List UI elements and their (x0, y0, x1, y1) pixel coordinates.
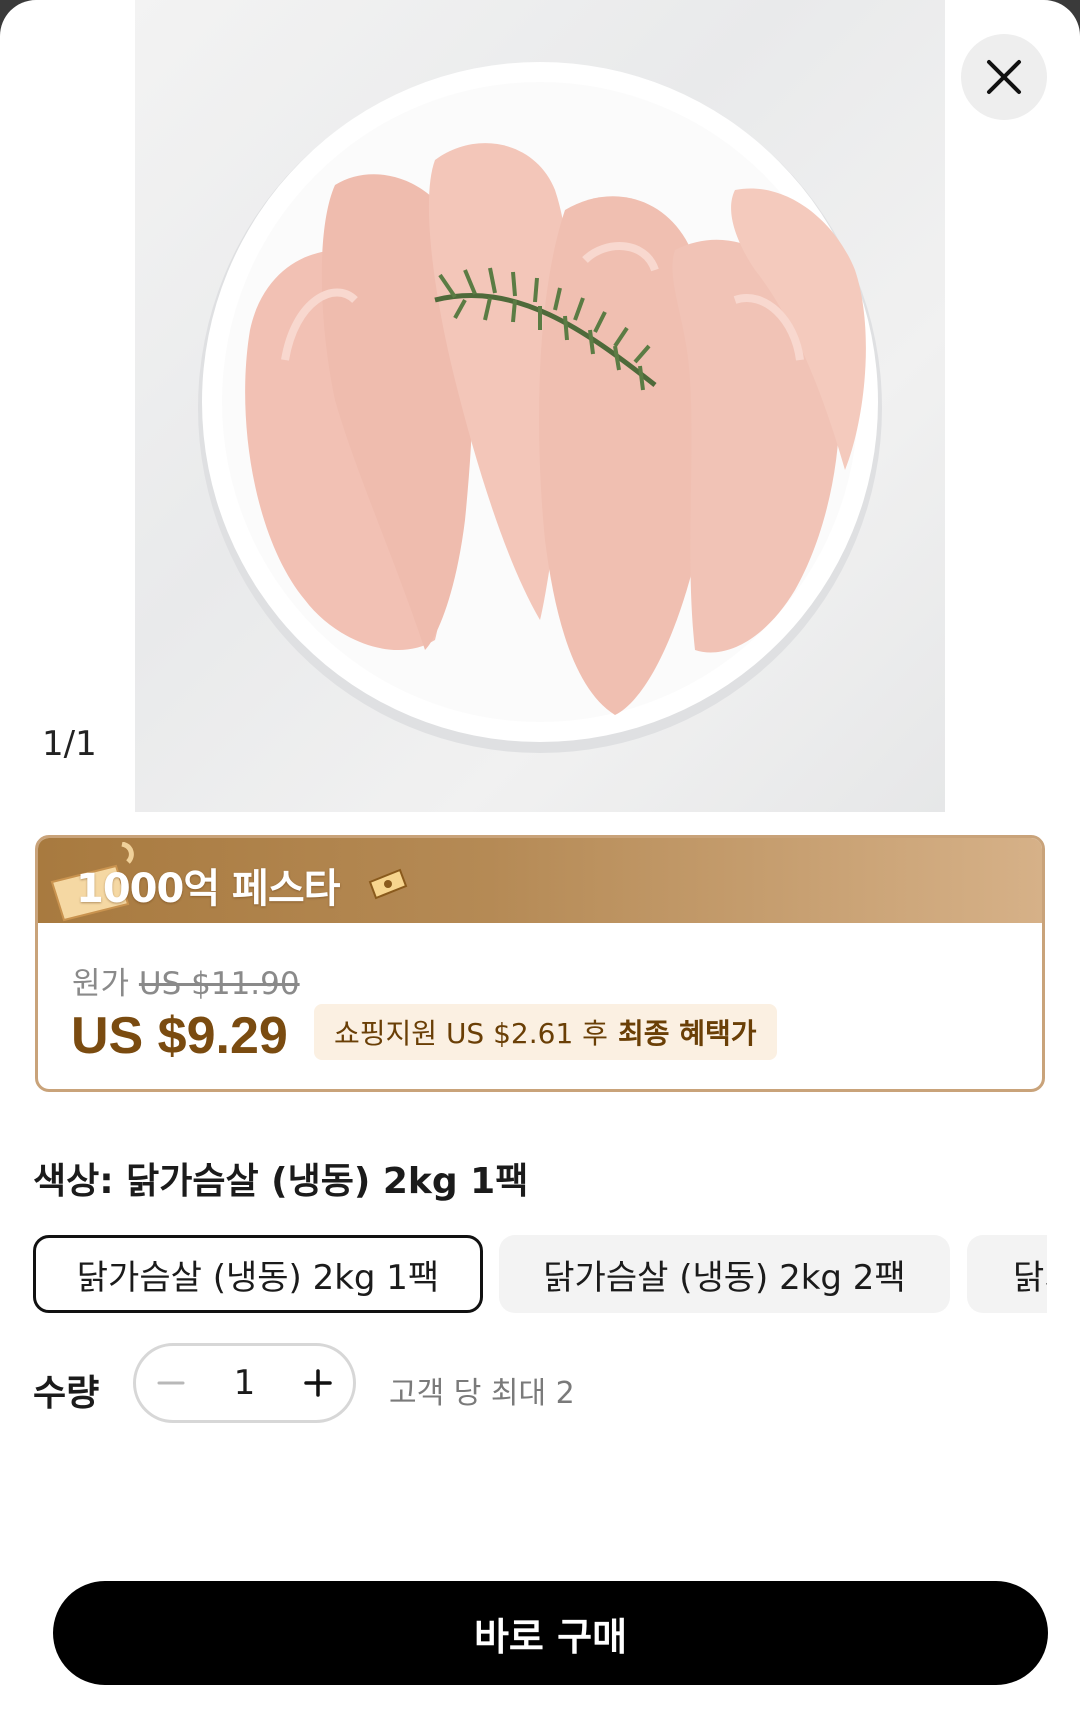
benefit-emphasis: 최종 혜택가 (617, 1017, 757, 1050)
decrement-button[interactable] (136, 1346, 206, 1420)
plus-icon (304, 1369, 332, 1397)
chicken-breast-photo (198, 62, 882, 753)
original-price: 원가 US $11.90 (72, 958, 300, 1003)
product-image (135, 0, 945, 812)
quantity-limit-note: 고객 당 최대 2 (389, 1376, 575, 1411)
option-2pack[interactable]: 닭가슴살 (냉동) 2kg 2팩 (499, 1235, 950, 1313)
fest-title: 1000억 페스타 (76, 866, 340, 912)
quantity-stepper: 1 (133, 1343, 356, 1423)
close-button[interactable] (961, 34, 1047, 120)
original-price-label: 원가 (72, 966, 130, 1002)
option-3[interactable]: 닭가 (967, 1235, 1047, 1313)
increment-button[interactable] (283, 1346, 353, 1420)
option-selected-label: 색상: 닭가슴살 (냉동) 2kg 1팩 (33, 1161, 529, 1202)
fest-banner: 1000억 페스타 (38, 838, 1042, 923)
promo-price-card: 1000억 페스타 원가 US $11.90 US $9.29 쇼핑지원 US … (35, 835, 1045, 1092)
image-counter: 1/1 (42, 724, 97, 764)
option-1pack[interactable]: 닭가슴살 (냉동) 2kg 1팩 (33, 1235, 483, 1313)
buy-now-button[interactable]: 바로 구매 (53, 1581, 1048, 1685)
final-price: US $9.29 (71, 1007, 288, 1065)
minus-icon (157, 1381, 185, 1385)
original-price-value: US $11.90 (138, 966, 300, 1002)
benefit-badge: 쇼핑지원 US $2.61 후 최종 혜택가 (314, 1004, 777, 1060)
close-icon (987, 60, 1021, 94)
option-label: 닭가 (1013, 1257, 1047, 1298)
benefit-text: 쇼핑지원 US $2.61 후 (334, 1017, 608, 1050)
quantity-label: 수량 (33, 1373, 100, 1414)
product-options-sheet: 1/1 1000억 페스타 원가 US $11.90 US $9.29 쇼핑지원… (0, 0, 1080, 1711)
coupon-icon (368, 868, 408, 900)
quantity-value: 1 (233, 1363, 256, 1403)
option-label: 닭가슴살 (냉동) 2kg 2팩 (543, 1257, 906, 1298)
option-label: 닭가슴살 (냉동) 2kg 1팩 (76, 1257, 440, 1298)
